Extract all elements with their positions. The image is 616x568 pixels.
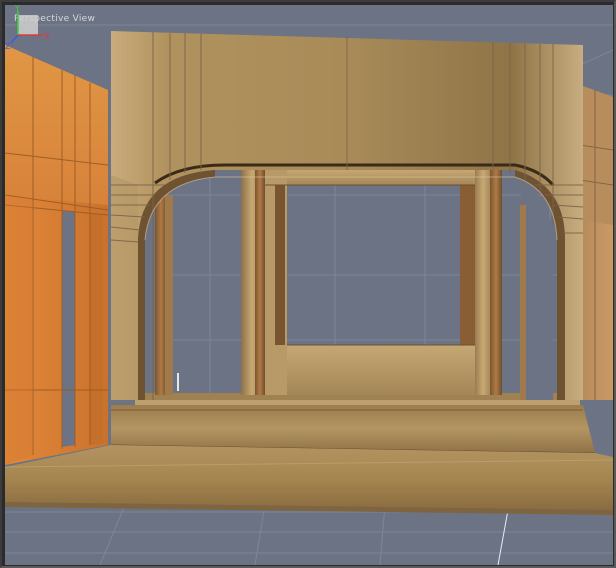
floor-grid	[5, 504, 613, 565]
right-wall	[579, 85, 613, 400]
z-axis-line	[10, 34, 19, 44]
left-wall	[5, 45, 109, 465]
scene-render	[5, 24, 613, 565]
grid-highlight-line	[497, 509, 509, 565]
x-axis-label: X	[44, 32, 50, 41]
axis-gizmo: Y X Z	[5, 5, 50, 51]
inner-frame	[155, 170, 502, 395]
stage-step	[110, 400, 596, 454]
gizmo-cube	[18, 15, 38, 35]
perspective-viewport[interactable]: Perspective View Y X Z	[5, 5, 613, 565]
y-axis-label: Y	[14, 5, 20, 13]
perspective-viewport-frame: Perspective View Y X Z	[0, 0, 616, 568]
z-axis-label: Z	[5, 42, 11, 51]
stage-floor	[5, 445, 613, 515]
